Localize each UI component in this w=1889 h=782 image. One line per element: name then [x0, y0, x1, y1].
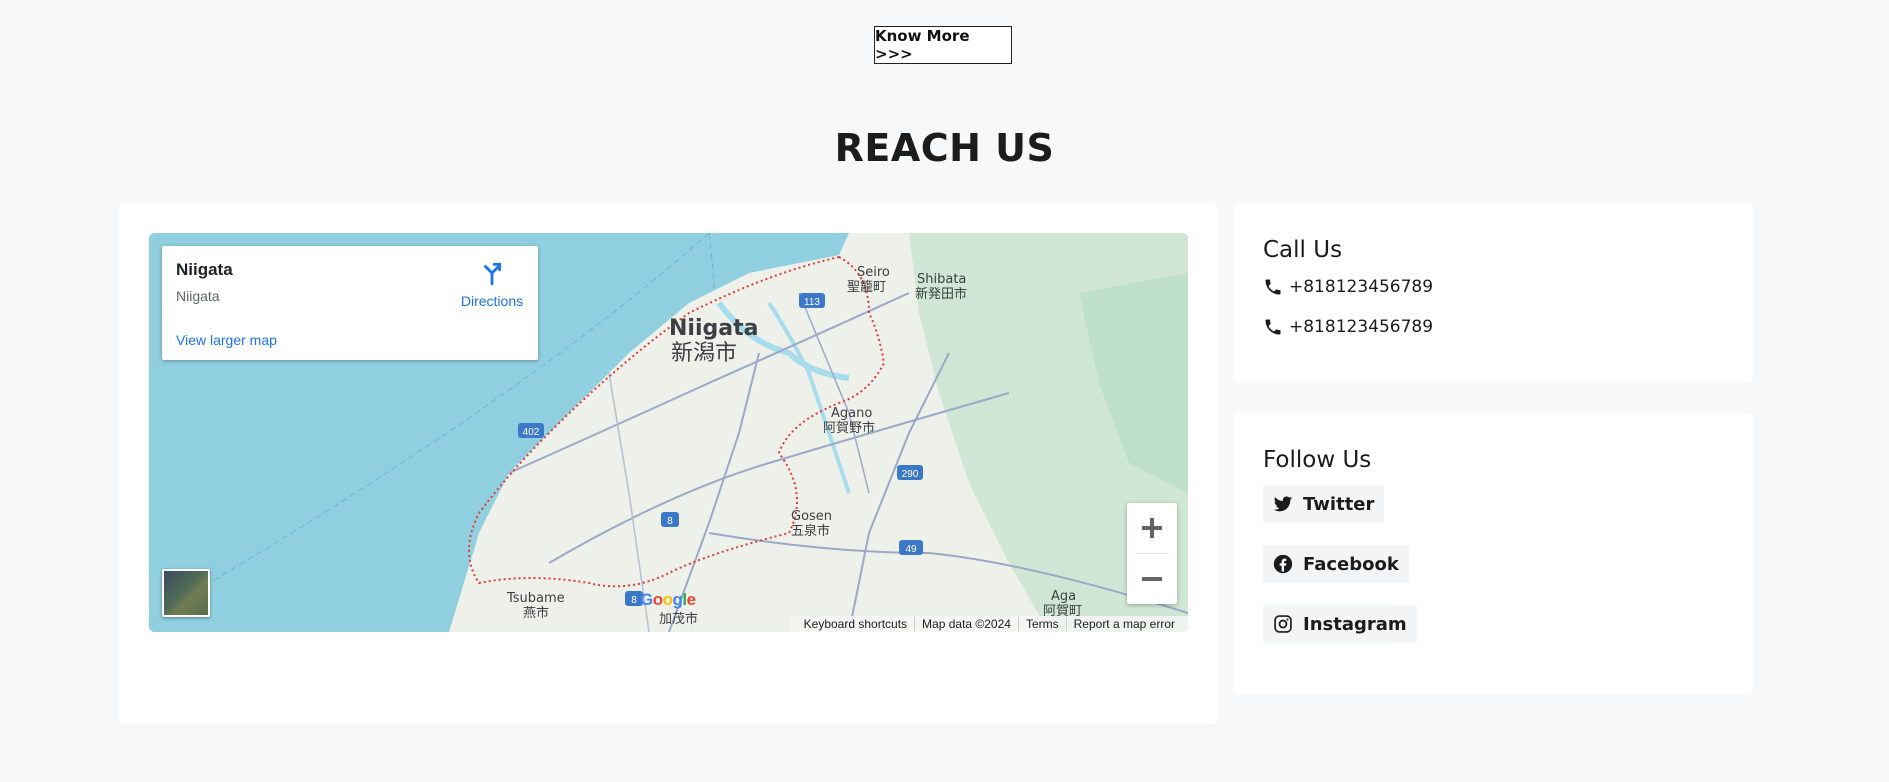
route-shield: 49 — [899, 540, 923, 555]
place-subtitle: Niigata — [176, 288, 220, 304]
svg-text:290: 290 — [902, 469, 919, 480]
instagram-icon — [1274, 615, 1292, 633]
route-shield: 290 — [897, 465, 923, 480]
route-shield: 8 — [661, 512, 679, 527]
section-heading: REACH US — [834, 126, 1055, 170]
twitter-icon — [1273, 496, 1293, 512]
facebook-icon — [1273, 554, 1293, 574]
zoom-out-button[interactable] — [1127, 554, 1177, 604]
facebook-label: Facebook — [1303, 553, 1399, 575]
directions-icon — [484, 262, 501, 286]
follow-us-title: Follow Us — [1263, 447, 1372, 473]
svg-text:402: 402 — [523, 427, 540, 438]
follow-us-card: Follow Us Twitter Facebook Instagram — [1233, 413, 1753, 694]
label-tsubame-jp: 燕市 — [523, 605, 549, 621]
map-attribution: Keyboard shortcuts Map data ©2024 Terms … — [790, 616, 1188, 632]
terms-link[interactable]: Terms — [1017, 617, 1066, 631]
label-niigata-en: Niigata — [669, 316, 758, 341]
phone-icon — [1265, 319, 1281, 335]
phone-row[interactable]: +818123456789 — [1263, 317, 1433, 337]
phone-row[interactable]: +818123456789 — [1263, 277, 1433, 297]
svg-text:49: 49 — [905, 544, 917, 555]
phone-number[interactable]: +818123456789 — [1289, 277, 1433, 297]
label-kamo-jp: 加茂市 — [659, 611, 698, 627]
label-agano-en: Agano — [831, 406, 872, 421]
label-seiro-en: Seiro — [857, 265, 890, 280]
directions-button[interactable]: Directions — [447, 260, 537, 309]
twitter-label: Twitter — [1303, 493, 1375, 515]
svg-text:8: 8 — [631, 595, 637, 606]
label-tsubame-en: Tsubame — [506, 591, 565, 606]
label-shibata-jp: 新発田市 — [915, 286, 967, 302]
view-larger-map-link[interactable]: View larger map — [176, 332, 277, 348]
svg-text:8: 8 — [667, 516, 673, 527]
place-title: Niigata — [176, 260, 233, 279]
phone-icon — [1265, 279, 1281, 295]
facebook-link[interactable]: Facebook — [1263, 545, 1409, 583]
phone-number[interactable]: +818123456789 — [1289, 317, 1433, 337]
label-agano-jp: 阿賀野市 — [823, 420, 875, 436]
map-data-text: Map data ©2024 — [914, 617, 1018, 631]
map-card: Niigata 新潟市 Seiro 聖籠町 Shibata 新発田市 Agano… — [119, 203, 1218, 724]
route-shield: 402 — [518, 423, 544, 438]
zoom-in-button[interactable] — [1127, 503, 1177, 553]
report-map-error-link[interactable]: Report a map error — [1065, 617, 1182, 631]
label-gosen-en: Gosen — [791, 509, 832, 524]
keyboard-shortcuts-link[interactable]: Keyboard shortcuts — [797, 617, 914, 631]
embedded-map[interactable]: Niigata 新潟市 Seiro 聖籠町 Shibata 新発田市 Agano… — [149, 233, 1188, 632]
label-gosen-jp: 五泉市 — [791, 523, 830, 539]
directions-label: Directions — [460, 293, 524, 309]
label-aga-en: Aga — [1051, 589, 1076, 604]
satellite-toggle[interactable] — [162, 569, 210, 617]
twitter-link[interactable]: Twitter — [1263, 485, 1385, 523]
call-us-title: Call Us — [1263, 237, 1343, 263]
label-seiro-jp: 聖籠町 — [847, 279, 886, 295]
label-niigata-jp: 新潟市 — [671, 341, 737, 366]
route-shield: 113 — [799, 293, 825, 308]
svg-text:113: 113 — [804, 297, 820, 308]
instagram-link[interactable]: Instagram — [1263, 605, 1417, 643]
instagram-label: Instagram — [1303, 613, 1407, 635]
know-more-button[interactable]: Know More >>> — [874, 26, 1012, 64]
google-logo: Google — [640, 590, 696, 609]
label-shibata-en: Shibata — [917, 272, 966, 287]
map-info-box: Niigata Niigata View larger map Directio… — [162, 246, 538, 360]
plus-icon — [1142, 518, 1162, 538]
call-us-card: Call Us +818123456789 +818123456789 — [1233, 203, 1753, 383]
minus-icon — [1142, 577, 1162, 581]
zoom-controls — [1127, 503, 1177, 604]
